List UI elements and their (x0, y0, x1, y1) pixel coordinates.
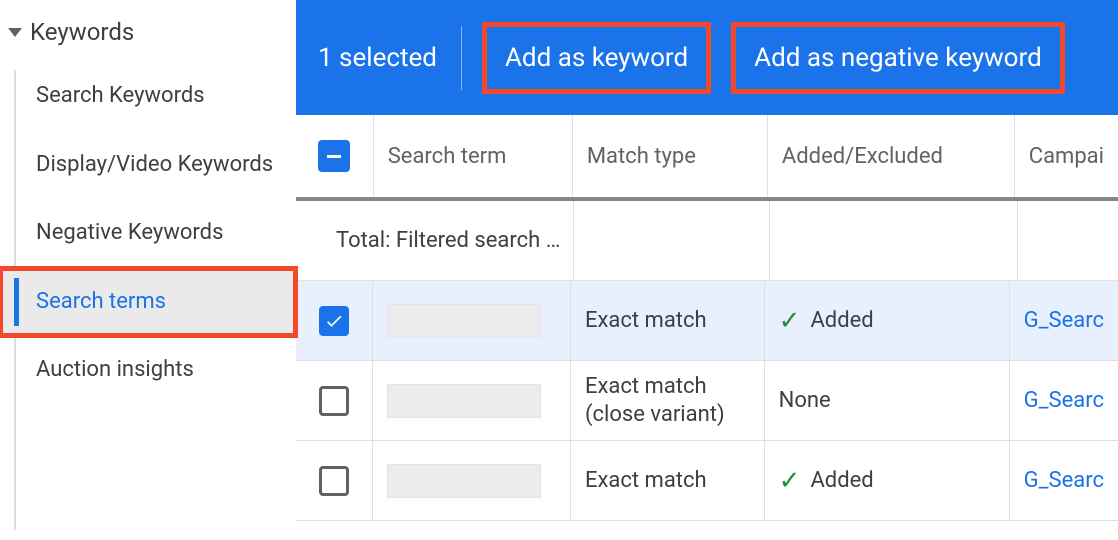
header-label: Match type (587, 144, 696, 169)
check-icon (324, 311, 344, 331)
checkmark-icon: ✓ (779, 468, 801, 494)
row-checkbox-cell (296, 361, 373, 440)
added-status-text: Added (810, 468, 873, 493)
total-row: Total: Filtered search … (296, 201, 1118, 281)
total-campaign-cell (1018, 201, 1118, 280)
app-root: Keywords Search Keywords Display/Video K… (0, 0, 1118, 540)
add-as-negative-keyword-button[interactable]: Add as negative keyword (731, 22, 1065, 94)
sidebar-item-search-keywords[interactable]: Search Keywords (0, 62, 296, 131)
added-excluded-cell: ✓ Added (765, 441, 1010, 520)
sidebar-item-label: Negative Keywords (36, 220, 223, 245)
table-row[interactable]: Exact match (close variant) None G_Searc (296, 361, 1118, 441)
added-excluded-cell: ✓ Added (765, 281, 1010, 360)
row-checkbox[interactable] (319, 386, 349, 416)
redacted-term (387, 464, 541, 498)
search-term-cell (373, 361, 571, 440)
row-checkbox[interactable] (319, 306, 349, 336)
table-row[interactable]: Exact match ✓ Added G_Searc (296, 281, 1118, 361)
sidebar-title: Keywords (30, 18, 134, 46)
add-as-keyword-button[interactable]: Add as keyword (482, 22, 711, 94)
added-excluded-cell: None (765, 361, 1010, 440)
sidebar-item-label: Display/Video Keywords (36, 152, 273, 177)
total-match-cell (574, 201, 770, 280)
checkmark-icon: ✓ (779, 308, 801, 334)
header-label: Campai (1029, 144, 1104, 169)
search-term-cell (373, 441, 571, 520)
select-all-checkbox[interactable] (318, 140, 350, 172)
row-checkbox-cell (296, 281, 373, 360)
match-type-text: Exact match (585, 468, 707, 493)
sidebar-item-label: Search Keywords (36, 83, 205, 108)
sidebar-item-label: Auction insights (36, 357, 194, 382)
selected-count: 1 selected (318, 26, 462, 90)
add-as-negative-keyword-label: Add as negative keyword (754, 43, 1042, 73)
header-checkbox-cell (296, 115, 374, 197)
sidebar-item-label: Search terms (36, 289, 166, 314)
header-match-type[interactable]: Match type (573, 115, 768, 197)
search-term-cell (373, 281, 571, 360)
campaign-link[interactable]: G_Searc (1024, 468, 1104, 493)
redacted-term (387, 384, 541, 418)
match-type-text: Exact match (585, 308, 707, 333)
campaign-link[interactable]: G_Searc (1024, 308, 1104, 333)
total-label-cell: Total: Filtered search … (296, 201, 574, 280)
campaign-link[interactable]: G_Searc (1024, 388, 1104, 413)
campaign-cell: G_Searc (1010, 361, 1118, 440)
action-bar: 1 selected Add as keyword Add as negativ… (296, 0, 1118, 115)
indeterminate-icon (327, 155, 341, 158)
row-checkbox[interactable] (319, 466, 349, 496)
sidebar-header[interactable]: Keywords (0, 8, 296, 56)
header-label: Search term (388, 144, 507, 169)
total-added-cell (770, 201, 1018, 280)
match-type-cell: Exact match (571, 281, 765, 360)
redacted-term (387, 304, 541, 338)
chevron-down-icon (8, 28, 22, 37)
sidebar-item-auction-insights[interactable]: Auction insights (0, 336, 296, 405)
header-campaign[interactable]: Campai (1015, 115, 1118, 197)
header-label: Added/Excluded (782, 144, 943, 169)
add-as-keyword-label: Add as keyword (505, 43, 688, 73)
added-status-text: Added (810, 308, 873, 333)
selected-count-text: 1 selected (318, 43, 437, 73)
sidebar-items: Search Keywords Display/Video Keywords N… (0, 62, 296, 405)
added-status-text: None (779, 388, 831, 413)
table-header: Search term Match type Added/Excluded Ca… (296, 115, 1118, 201)
sidebar-item-negative-keywords[interactable]: Negative Keywords (0, 199, 296, 268)
sidebar: Keywords Search Keywords Display/Video K… (0, 0, 296, 540)
sidebar-item-search-terms[interactable]: Search terms (0, 268, 296, 337)
match-type-cell: Exact match (571, 441, 765, 520)
campaign-cell: G_Searc (1010, 441, 1118, 520)
header-search-term[interactable]: Search term (374, 115, 573, 197)
match-type-text: Exact match (close variant) (585, 373, 750, 428)
table-row[interactable]: Exact match ✓ Added G_Searc (296, 441, 1118, 521)
campaign-cell: G_Searc (1010, 281, 1118, 360)
header-added-excluded[interactable]: Added/Excluded (768, 115, 1015, 197)
sidebar-item-display-video-keywords[interactable]: Display/Video Keywords (0, 131, 296, 200)
row-checkbox-cell (296, 441, 373, 520)
match-type-cell: Exact match (close variant) (571, 361, 765, 440)
total-label: Total: Filtered search … (336, 228, 560, 253)
main-panel: 1 selected Add as keyword Add as negativ… (296, 0, 1118, 540)
